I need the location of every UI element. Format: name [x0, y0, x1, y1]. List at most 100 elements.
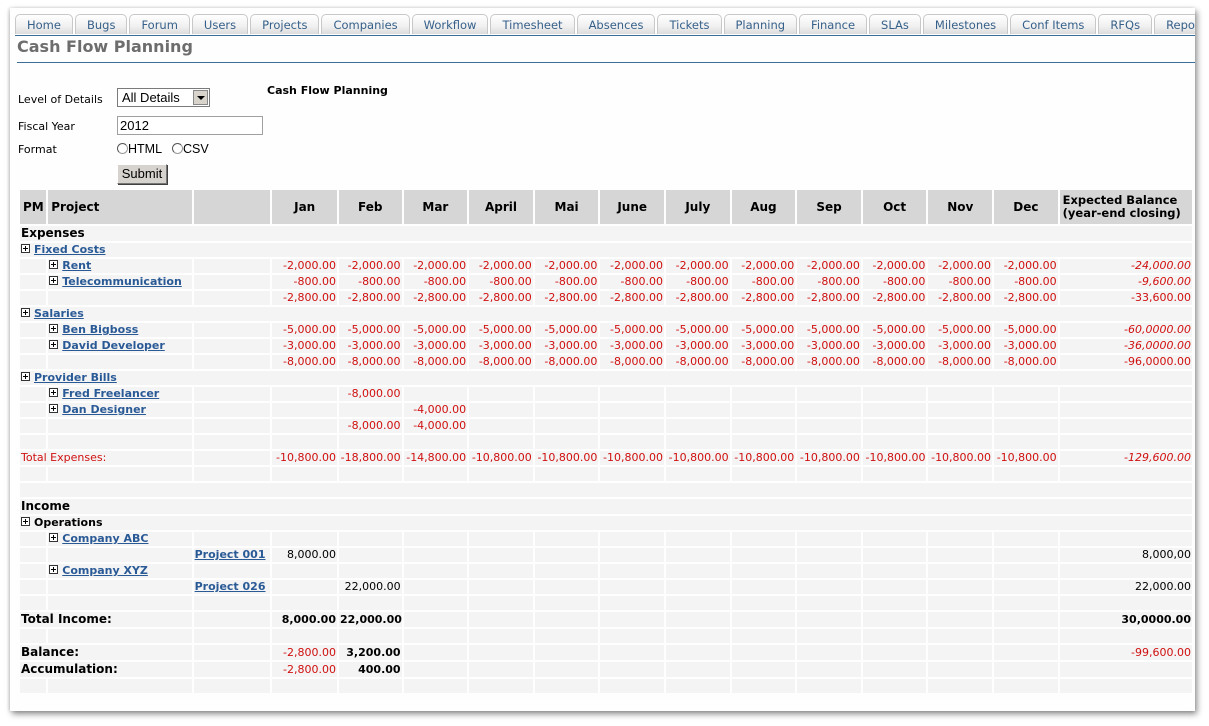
expand-icon[interactable]	[21, 308, 30, 317]
month-value-cell	[797, 467, 861, 481]
month-value-cell: -8,000.00	[797, 355, 861, 369]
fred-freelancer-link[interactable]: Fred Freelancer	[62, 387, 159, 400]
month-value-cell	[994, 435, 1058, 449]
expected-balance-cell	[1059, 596, 1192, 610]
month-value-cell	[338, 532, 402, 546]
row-label-cell: Accumulation:	[20, 662, 192, 677]
tab-home[interactable]: Home	[15, 14, 73, 34]
tab-planning[interactable]: Planning	[723, 14, 798, 34]
format-html-option[interactable]: HTML	[117, 142, 162, 156]
level-of-details-select[interactable]: All Details	[117, 88, 210, 107]
month-value-cell	[928, 403, 993, 417]
month-value-cell: -5,000.00	[600, 323, 664, 337]
company-xyz-link[interactable]: Company XYZ	[62, 564, 148, 577]
tab-forum[interactable]: Forum	[129, 14, 190, 34]
expected-balance-cell	[1059, 419, 1192, 433]
month-value-cell: -10,800.00	[666, 451, 730, 465]
month-value-cell: -2,800.00	[338, 291, 402, 305]
month-value-cell	[862, 629, 927, 643]
dropdown-arrow-icon[interactable]	[193, 90, 208, 105]
expand-icon[interactable]	[21, 517, 30, 526]
month-value-cell	[731, 435, 796, 449]
tab-workflow[interactable]: Workflow	[411, 14, 489, 34]
rent-link[interactable]: Rent	[62, 259, 91, 272]
expand-icon[interactable]	[49, 340, 59, 349]
expand-icon[interactable]	[49, 533, 59, 542]
month-value-cell	[469, 679, 533, 693]
tab-reports[interactable]: Reports	[1154, 14, 1195, 34]
project-001-link[interactable]: Project 001	[195, 548, 266, 561]
tab-companies[interactable]: Companies	[321, 14, 410, 34]
month-value-cell	[469, 532, 533, 546]
month-value-cell	[469, 403, 533, 417]
tab-rfqs[interactable]: RFQs	[1098, 14, 1153, 34]
company-abc-link[interactable]: Company ABC	[62, 532, 148, 545]
sub-project-cell	[193, 532, 271, 546]
david-developer-link[interactable]: David Developer	[62, 339, 165, 352]
project-026-link[interactable]: Project 026	[195, 580, 266, 593]
tab-projects[interactable]: Projects	[250, 14, 320, 34]
expand-icon[interactable]	[21, 372, 30, 381]
month-value-cell	[403, 580, 468, 594]
sub-project-cell	[193, 419, 271, 433]
income-section-row: Income	[20, 499, 1192, 514]
salaries-link[interactable]: Salaries	[34, 307, 84, 320]
month-value-cell	[600, 564, 664, 578]
format-csv-option[interactable]: CSV	[172, 142, 209, 156]
format-label: Format	[18, 143, 57, 156]
expand-icon[interactable]	[49, 388, 59, 397]
tab-users[interactable]: Users	[191, 14, 249, 34]
expenses-section-row: Expenses	[20, 226, 1192, 241]
expand-icon[interactable]	[49, 260, 59, 269]
balance-row: Balance: -2,800.00 3,200.00 -99,600.00	[20, 645, 1192, 660]
month-value-cell: 3,200.00	[338, 645, 402, 660]
month-value-cell	[469, 467, 533, 481]
operations-row-cell: Operations	[20, 516, 1192, 530]
format-html-radio[interactable]	[117, 143, 128, 154]
ben-bigboss-link[interactable]: Ben Bigboss	[62, 323, 138, 336]
month-value-cell: -3,000.00	[338, 339, 402, 353]
tab-slas[interactable]: SLAs	[869, 14, 921, 34]
tab-finance[interactable]: Finance	[799, 14, 868, 34]
expand-icon[interactable]	[49, 324, 59, 333]
month-value-cell: -2,800.00	[534, 291, 599, 305]
month-value-cell	[994, 596, 1058, 610]
telecommunication-link[interactable]: Telecommunication	[62, 275, 182, 288]
expand-icon[interactable]	[49, 404, 59, 413]
project-cell	[48, 580, 192, 594]
month-value-cell	[797, 679, 861, 693]
month-value-cell	[272, 629, 337, 643]
month-value-cell	[534, 645, 599, 660]
month-value-cell	[994, 645, 1058, 660]
expand-icon[interactable]	[49, 565, 59, 574]
format-csv-radio[interactable]	[172, 143, 183, 154]
month-value-cell	[403, 467, 468, 481]
tab-absences[interactable]: Absences	[576, 14, 656, 34]
expand-icon[interactable]	[21, 244, 30, 253]
month-value-cell: -5,000.00	[338, 323, 402, 337]
month-value-cell: -5,000.00	[797, 323, 861, 337]
month-value-cell: -2,000.00	[534, 259, 599, 273]
fixed-costs-link[interactable]: Fixed Costs	[34, 243, 106, 256]
tab-timesheet[interactable]: Timesheet	[490, 14, 575, 34]
month-value-cell: -8,000.00	[862, 355, 927, 369]
level-of-details-value: All Details	[122, 90, 180, 105]
spacer-row-full-cell	[20, 483, 1192, 497]
tab-conf-items[interactable]: Conf Items	[1010, 14, 1097, 34]
dan-designer-link[interactable]: Dan Designer	[62, 403, 146, 416]
tab-tickets[interactable]: Tickets	[657, 14, 722, 34]
expected-balance-cell: -24,000.00	[1059, 259, 1192, 273]
month-value-cell: -10,800.00	[272, 451, 337, 465]
month-value-cell	[600, 532, 664, 546]
expand-icon[interactable]	[49, 276, 59, 285]
month-value-cell: -4,000.00	[403, 419, 468, 433]
col-header-month: Jan	[272, 190, 337, 224]
provider-bills-link[interactable]: Provider Bills	[34, 371, 117, 384]
tab-bugs[interactable]: Bugs	[74, 14, 128, 34]
fiscal-year-input[interactable]: 2012	[117, 116, 263, 135]
submit-button[interactable]: Submit	[117, 164, 167, 184]
tab-milestones[interactable]: Milestones	[922, 14, 1009, 34]
month-value-cell: -800.00	[469, 275, 533, 289]
month-value-cell: -800.00	[994, 275, 1058, 289]
pm-cell	[20, 580, 47, 594]
